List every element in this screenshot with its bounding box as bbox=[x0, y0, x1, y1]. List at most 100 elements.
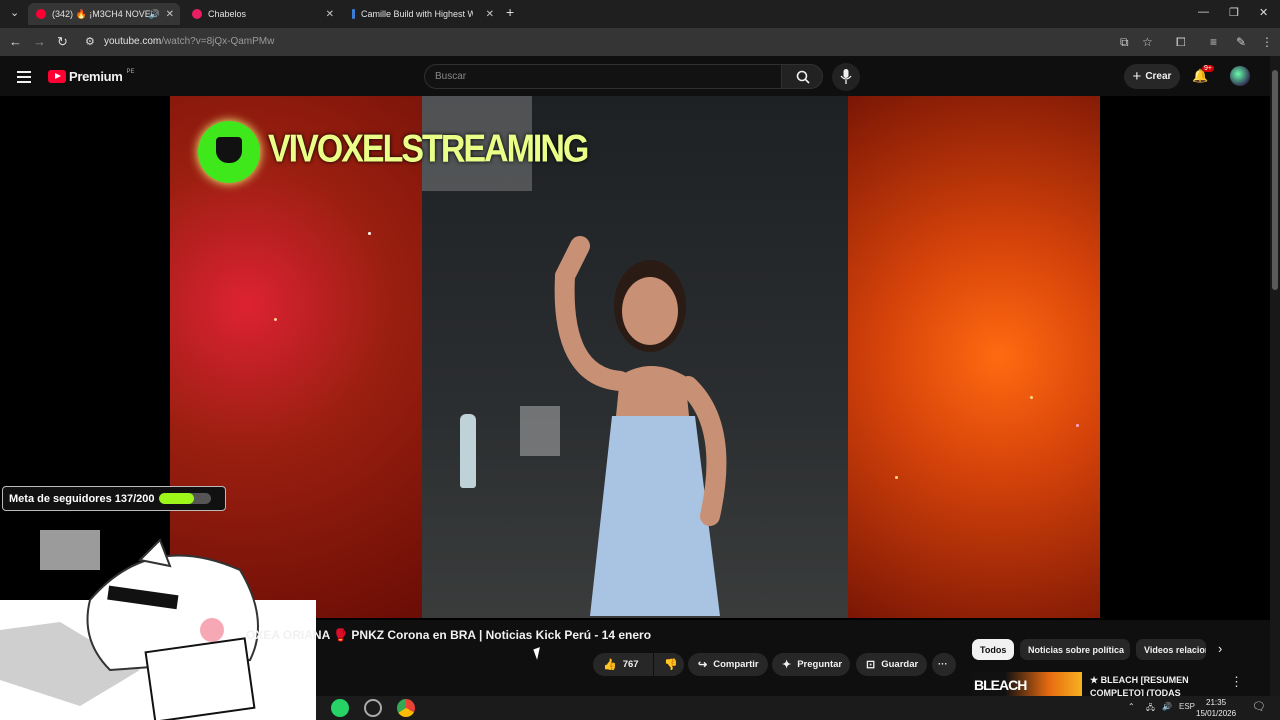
address-bar-row: ← → ↻ ⚙ youtube.com/watch?v=8jQx-QamPMw … bbox=[0, 28, 1280, 56]
country-code: PE bbox=[126, 68, 135, 75]
system-clock[interactable]: 21:35 15/01/2026 bbox=[1196, 697, 1236, 719]
goal-text: Meta de seguidores 137/200 bbox=[9, 492, 155, 505]
tray-chevron-icon[interactable]: ⌃ bbox=[1128, 702, 1135, 711]
thumbs-up-icon: 👍 bbox=[603, 659, 617, 671]
language-indicator[interactable]: ESP bbox=[1179, 702, 1195, 711]
create-label: Crear bbox=[1145, 71, 1172, 82]
avatar[interactable] bbox=[1230, 66, 1250, 86]
ask-button[interactable]: ✦ Preguntar bbox=[772, 653, 850, 676]
thumbs-down-icon: 👎 bbox=[664, 659, 678, 671]
os-taskbar: ⌃ 🖧 🔊 ESP 🗨 bbox=[316, 696, 1280, 720]
youtube-play-icon bbox=[48, 70, 66, 83]
chevron-right-icon[interactable]: › bbox=[1218, 641, 1222, 656]
glitter-sparkle bbox=[895, 476, 898, 479]
tab-label: Camille Build with Highest Win bbox=[361, 9, 473, 19]
scrollbar-thumb[interactable] bbox=[1272, 70, 1278, 290]
bookmark-icon: ⊡ bbox=[866, 659, 876, 671]
dislike-button[interactable]: 👎 bbox=[654, 653, 684, 676]
goal-progress-fill bbox=[158, 493, 195, 504]
tab-youtube[interactable]: (342) 🔥 ¡M3CH4 NOVELER 🔊 ✕ bbox=[28, 3, 180, 25]
search-icon bbox=[796, 70, 810, 84]
glitter-sparkle bbox=[368, 232, 371, 235]
create-button[interactable]: + Crear bbox=[1124, 64, 1180, 89]
close-tab-icon[interactable]: ✕ bbox=[486, 9, 494, 20]
share-button[interactable]: ↪ Compartir bbox=[688, 653, 768, 676]
url-path: /watch?v=8jQx-QamPMw bbox=[161, 36, 275, 47]
video-title: OXEA ORIANA 🥊 PNKZ Corona en BRA | Notic… bbox=[246, 628, 652, 642]
audio-icon[interactable]: 🔊 bbox=[149, 9, 160, 20]
clock-date: 15/01/2026 bbox=[1196, 709, 1237, 718]
share-icon: ↪ bbox=[698, 659, 708, 671]
tab-label: (342) 🔥 ¡M3CH4 NOVELER bbox=[52, 8, 152, 19]
close-window-button[interactable]: ✕ bbox=[1259, 6, 1268, 19]
voice-search-button[interactable] bbox=[832, 63, 860, 91]
chrome-icon[interactable] bbox=[397, 699, 415, 717]
url-host: youtube.com bbox=[104, 36, 162, 47]
new-tab-button[interactable]: + bbox=[506, 4, 514, 20]
cat-mascot-overlay bbox=[0, 530, 316, 720]
search-button[interactable] bbox=[781, 64, 823, 89]
obs-icon[interactable] bbox=[364, 699, 382, 717]
media-control-icon[interactable]: ≡ bbox=[1210, 35, 1217, 49]
chip-all[interactable]: Todos bbox=[972, 639, 1014, 660]
channel-logo-overlay bbox=[198, 121, 260, 183]
profile-extension-icon[interactable]: ✎ bbox=[1236, 35, 1246, 49]
clock-time: 21:35 bbox=[1206, 698, 1227, 707]
ask-label: Preguntar bbox=[797, 659, 843, 670]
water-bottle bbox=[460, 414, 476, 488]
goal-progress-bar bbox=[158, 493, 211, 504]
share-label: Compartir bbox=[713, 659, 759, 670]
reload-button[interactable]: ↻ bbox=[57, 34, 68, 50]
back-button[interactable]: ← bbox=[9, 34, 22, 49]
notifications-icon[interactable]: 🗨 bbox=[1252, 700, 1266, 713]
tab-camille[interactable]: Camille Build with Highest Win ✕ bbox=[344, 3, 500, 25]
close-tab-icon[interactable]: ✕ bbox=[166, 9, 174, 20]
camille-favicon-icon bbox=[352, 9, 355, 19]
plus-icon: + bbox=[1132, 68, 1142, 85]
save-button[interactable]: ⊡ Guardar bbox=[856, 653, 927, 676]
youtube-header: Premium PE Buscar + Crear 🔔 9+ bbox=[0, 56, 1280, 96]
page-scrollbar[interactable] bbox=[1270, 56, 1280, 696]
close-tab-icon[interactable]: ✕ bbox=[326, 9, 334, 20]
chip-politics[interactable]: Noticias sobre política bbox=[1020, 639, 1130, 660]
forward-button[interactable]: → bbox=[33, 34, 46, 49]
chip-related[interactable]: Videos relacionados bbox=[1136, 639, 1206, 660]
more-actions-button[interactable]: ··· bbox=[932, 653, 956, 676]
bookmark-star-icon[interactable]: ☆ bbox=[1142, 35, 1153, 49]
youtube-favicon-icon bbox=[36, 9, 46, 19]
install-app-icon[interactable]: ⧉ bbox=[1120, 35, 1129, 50]
whatsapp-icon[interactable] bbox=[331, 699, 349, 717]
recommendation-thumbnail[interactable]: BLEACH bbox=[972, 672, 1082, 696]
browser-tab-strip: ⌄ (342) 🔥 ¡M3CH4 NOVELER 🔊 ✕ Chabelos ✕ … bbox=[0, 0, 1280, 28]
save-label: Guardar bbox=[881, 659, 919, 670]
maximize-button[interactable]: ❐ bbox=[1229, 6, 1239, 19]
glitter-sparkle bbox=[1030, 396, 1033, 399]
extensions-icon[interactable]: ⧠ bbox=[1176, 35, 1186, 50]
recommendation-menu-icon[interactable]: ⋮ bbox=[1230, 674, 1243, 690]
glitter-panel-right bbox=[848, 96, 1100, 618]
glitter-sparkle bbox=[1076, 424, 1079, 427]
chabelos-favicon-icon bbox=[192, 9, 202, 19]
search-placeholder: Buscar bbox=[435, 71, 467, 82]
menu-icon[interactable] bbox=[17, 71, 31, 86]
streamer-figure bbox=[520, 236, 727, 616]
notification-badge: 9+ bbox=[1202, 65, 1214, 72]
volume-icon[interactable]: 🔊 bbox=[1162, 702, 1172, 711]
browser-menu-icon[interactable]: ⋮ bbox=[1261, 35, 1273, 49]
youtube-premium-logo[interactable]: Premium PE bbox=[48, 69, 135, 84]
search-input[interactable]: Buscar bbox=[424, 64, 782, 89]
logo-text: Premium bbox=[69, 69, 123, 84]
like-button[interactable]: 👍 767 bbox=[593, 653, 653, 676]
follower-goal-widget: Meta de seguidores 137/200 bbox=[2, 486, 226, 511]
more-icon: ··· bbox=[938, 659, 948, 670]
network-icon[interactable]: 🖧 bbox=[1146, 702, 1155, 716]
microphone-icon bbox=[840, 69, 852, 84]
glitter-sparkle bbox=[274, 318, 277, 321]
tab-chabelos[interactable]: Chabelos ✕ bbox=[184, 3, 340, 25]
url-field[interactable]: youtube.com/watch?v=8jQx-QamPMw bbox=[104, 36, 274, 47]
minimize-button[interactable]: — bbox=[1198, 6, 1209, 18]
sparkle-icon: ✦ bbox=[782, 659, 792, 671]
camera-feed bbox=[422, 96, 848, 618]
tab-search-icon[interactable]: ⌄ bbox=[10, 6, 19, 19]
site-info-icon[interactable]: ⚙ bbox=[85, 35, 95, 48]
